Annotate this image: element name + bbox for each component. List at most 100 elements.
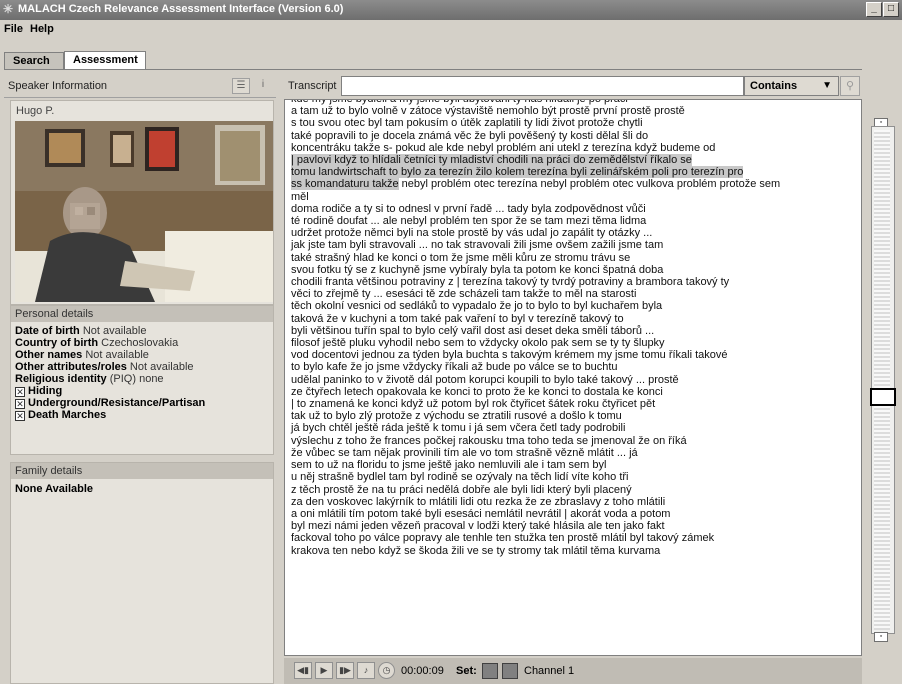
transcript-line[interactable]: tak už to bylo zlý protože z východu se … (291, 410, 857, 422)
set-end-button[interactable] (502, 663, 518, 679)
transcript-line-text: té rodině doufat ... ale nebyl problém t… (291, 215, 647, 228)
fast-forward-icon[interactable]: ▮▶ (336, 662, 354, 679)
transcript-line-text: to bylo kafe že jo jsme vždycky říkali a… (291, 361, 618, 374)
transcript-line[interactable]: taková že v kuchyni a tom také pak vařen… (291, 313, 857, 325)
transcript-panel: Transcript Contains ▼ ⚲ kde my jsme bydl… (284, 74, 862, 684)
search-icon[interactable]: ⚲ (840, 76, 860, 96)
transcript-line[interactable]: byli většinou tuřín spal to bylo celý va… (291, 325, 857, 337)
transcript-line[interactable]: byl mezi námi jeden vězeň pracoval v lod… (291, 520, 857, 532)
detail-label: Date of birth (15, 325, 80, 337)
transcript-line[interactable]: filosof ještě pluku vyhodil nebo sem to … (291, 337, 857, 349)
tab-divider (4, 69, 862, 70)
transcript-line[interactable]: té rodině doufat ... ale nebyl problém t… (291, 215, 857, 227)
timeline-thumb[interactable] (870, 388, 896, 406)
transcript-line-text: udržet protože němci byli na stole prost… (291, 227, 653, 240)
transcript-line-text: sem to už na floridu to jsme ještě jako … (291, 459, 607, 472)
transcript-line-text: kde my jsme bydleli a my jsme byli ubyto… (291, 99, 628, 105)
transcript-line[interactable]: vod docentovi jednou za týden byla bucht… (291, 349, 857, 361)
info-icon[interactable]: i (254, 78, 272, 94)
transcript-line[interactable]: a oni mlátili tím potom také byli esesác… (291, 508, 857, 520)
speaker-header: Speaker Information ☰ i (4, 74, 276, 98)
transcript-line[interactable]: věci to zřejmě ty ... esesáci tě zde sch… (291, 288, 857, 300)
tab-assessment[interactable]: Assessment (64, 51, 146, 70)
checkbox-row[interactable]: ✕ Death Marches (11, 409, 273, 421)
detail-row: Date of birth Not available (11, 325, 273, 337)
transcript-line-text: taková že v kuchyni a tom také pak vařen… (291, 312, 624, 325)
transcript-line-text: svou fotku tý se z kuchyně jsme vybíraly… (291, 263, 664, 276)
transcript-line[interactable]: také strašný hlad ke konci o tom že jsme… (291, 252, 857, 264)
rewind-icon[interactable]: ◀▮ (294, 662, 312, 679)
transcript-line-text: také strašný hlad ke konci o tom že jsme… (291, 251, 631, 264)
transcript-line-tail: nebyl problém otec terezína nebyl problé… (398, 178, 781, 191)
transcript-line[interactable]: fackoval toho po válce popravy ale tenhl… (291, 532, 857, 544)
transcript-line[interactable]: u něj strašně bydlel tam byl rodině se o… (291, 471, 857, 483)
transcript-line[interactable]: také popravili to je docela známá věc že… (291, 130, 857, 142)
checkbox-row[interactable]: ✕ Hiding (11, 385, 273, 397)
transcript-line-text: výslechu z toho že frances počkej rakous… (291, 434, 687, 447)
clock-icon: ◷ (378, 662, 395, 679)
match-mode-select[interactable]: Contains ▼ (744, 76, 839, 96)
transcript-line-text: jak jste tam byli stravovali ... no tak … (291, 239, 664, 252)
transcript-label: Transcript (288, 80, 337, 92)
transcript-line[interactable]: jak jste tam byli stravovali ... no tak … (291, 239, 857, 251)
transcript-line[interactable]: krakova ten nebo když se škoda žili ve s… (291, 545, 857, 557)
detail-value: Not available (82, 325, 147, 337)
tab-search[interactable]: Search (4, 52, 64, 70)
transcript-line[interactable]: | to znamená ke konci když už potom byl … (291, 398, 857, 410)
checkbox-checked-icon[interactable]: ✕ (15, 387, 25, 397)
transcript-line[interactable]: | pavlovi když to hlídali četníci ty mla… (291, 154, 857, 167)
transcript-line[interactable]: doma rodiče a ty si to odnesl v první řa… (291, 203, 857, 215)
checkbox-checked-icon[interactable]: ✕ (15, 411, 25, 421)
transcript-search-input[interactable] (341, 76, 744, 96)
transcript-line[interactable]: svou fotku tý se z kuchyně jsme vybíraly… (291, 264, 857, 276)
transcript-line[interactable]: udržet protože němci byli na stole prost… (291, 227, 857, 239)
transcript-text-area[interactable]: kde my jsme bydleli a my jsme byli ubyto… (284, 99, 862, 656)
minimize-button[interactable]: _ (866, 2, 882, 17)
transcript-line[interactable]: výslechu z toho že frances počkej rakous… (291, 435, 857, 447)
list-view-icon[interactable]: ☰ (232, 78, 250, 94)
transcript-line-text: já bych chtěl ještě ráda ještě k tomu i … (291, 422, 626, 435)
speaker-photo (15, 121, 273, 302)
transcript-line[interactable]: že vůbec se tam nějak provinili tím ale … (291, 447, 857, 459)
panel-splitter[interactable] (277, 74, 283, 684)
transcript-line[interactable]: koncentráku takže s- pokud ale kde nebyl… (291, 142, 857, 154)
transcript-line-text: byl mezi námi jeden vězeň pracoval v lod… (291, 520, 665, 533)
transcript-line[interactable]: já bych chtěl ještě ráda ještě k tomu i … (291, 422, 857, 434)
transcript-line-text: koncentráku takže s- pokud ale kde nebyl… (291, 141, 716, 154)
transcript-line-text: za den voskovec lakýrník to mlátili lidi… (291, 495, 666, 508)
transcript-line[interactable]: za den voskovec lakýrník to mlátili lidi… (291, 496, 857, 508)
transcript-line[interactable]: s tou svou otec byl tam pokusím o útěk z… (291, 117, 857, 129)
transcript-line[interactable]: z těch prostě že na tu práci nedělá dobř… (291, 484, 857, 496)
play-icon[interactable]: ▶ (315, 662, 333, 679)
maximize-button[interactable]: □ (883, 2, 899, 17)
menu-help[interactable]: Help (30, 23, 54, 35)
volume-icon[interactable]: ♪ (357, 662, 375, 679)
speaker-header-label: Speaker Information (8, 80, 108, 92)
speaker-card: Hugo P. (10, 100, 274, 305)
transcript-line[interactable]: ze čtyřech letech opakovala ke konci to … (291, 386, 857, 398)
transcript-line[interactable]: to bylo kafe že jo jsme vždycky říkali a… (291, 361, 857, 373)
transcript-line-text: a tam už to bylo volně v zátoce výstaviš… (291, 105, 685, 118)
detail-row: Other attributes/roles Not available (11, 361, 273, 373)
transcript-line-text: chodili franta většinou potraviny z | te… (291, 276, 730, 289)
checkbox-label: Death Marches (28, 409, 107, 421)
menu-bar: File Help (0, 20, 902, 40)
transcript-line-text: u něj strašně bydlel tam byl rodině se o… (291, 471, 629, 484)
menu-file[interactable]: File (4, 23, 23, 35)
transcript-line[interactable]: chodili franta většinou potraviny z | te… (291, 276, 857, 288)
transcript-line[interactable]: tomu landwirtschaft to bylo za terezín ž… (291, 166, 857, 179)
set-start-button[interactable] (482, 663, 498, 679)
detail-label: Country of birth (15, 337, 99, 349)
transcript-line[interactable]: sem to už na floridu to jsme ještě jako … (291, 459, 857, 471)
timeline-down-button[interactable]: ▫ (874, 632, 888, 642)
family-details: Family details None Available (10, 462, 274, 684)
transcript-line[interactable]: měl (291, 191, 857, 203)
checkbox-checked-icon[interactable]: ✕ (15, 399, 25, 409)
checkbox-row[interactable]: ✕ Underground/Resistance/Partisan (11, 397, 273, 409)
timeline-scroller[interactable]: ▫ ▫ (866, 110, 902, 684)
transcript-header: Transcript Contains ▼ ⚲ (284, 74, 862, 98)
transcript-line[interactable]: těch okolní vesnici od sedláků to vypada… (291, 300, 857, 312)
transcript-line[interactable]: a tam už to bylo volně v zátoce výstaviš… (291, 105, 857, 117)
transcript-line[interactable]: udělal paninko to v životě dál potom kor… (291, 374, 857, 386)
transcript-line[interactable]: ss komandaturu takže nebyl problém otec … (291, 178, 857, 191)
